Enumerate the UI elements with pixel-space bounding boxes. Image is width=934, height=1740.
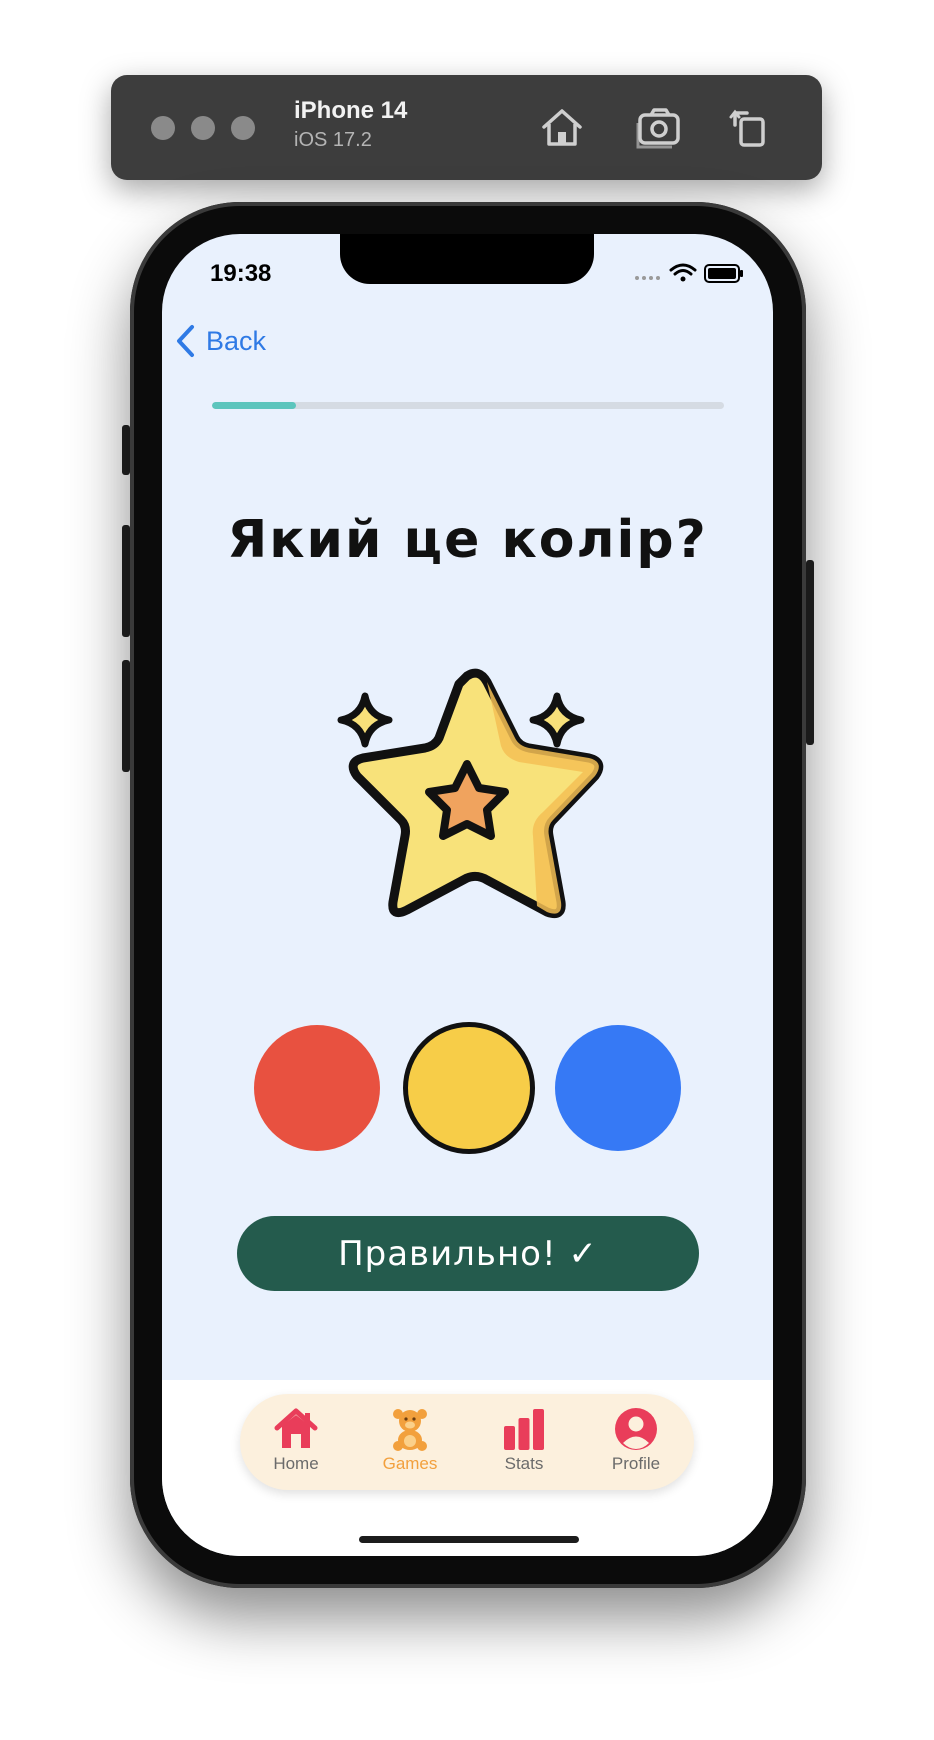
volume-up-button [122, 525, 130, 637]
back-button[interactable]: Back [174, 324, 266, 358]
tab-games[interactable]: Games [360, 1406, 460, 1474]
teddy-bear-icon [393, 1409, 427, 1451]
bottom-area: Home Games Stats Profile [162, 1380, 773, 1556]
volume-down-button [122, 660, 130, 772]
bar-chart-icon [504, 1409, 544, 1450]
question-title: Який це колір? [227, 510, 708, 570]
progress-bar [212, 402, 724, 409]
color-choice-blue[interactable] [555, 1025, 681, 1151]
mute-switch [122, 425, 130, 475]
window-close-dot[interactable] [151, 116, 175, 140]
device-name: iPhone 14 [294, 97, 408, 124]
status-icons [635, 263, 743, 283]
color-choice-yellow[interactable] [403, 1022, 535, 1154]
simulator-toolbar: iPhone 14 iOS 17.2 [111, 75, 822, 180]
battery-icon [704, 264, 743, 283]
tab-games-label: Games [382, 1454, 438, 1473]
rotate-icon[interactable] [727, 103, 775, 151]
os-version: iOS 17.2 [294, 129, 372, 151]
tab-home[interactable]: Home [246, 1406, 346, 1474]
tab-home-label: Home [273, 1454, 319, 1473]
tab-profile-label: Profile [611, 1454, 661, 1473]
color-choices [162, 1022, 773, 1155]
progress-fill [212, 402, 297, 409]
feedback-banner[interactable]: Правильно! ✓ [237, 1216, 699, 1291]
tab-stats-label: Stats [504, 1454, 544, 1473]
notch [340, 234, 594, 284]
tab-stats[interactable]: Stats [474, 1406, 574, 1474]
phone-screen: 19:38 Back Який це колір? Правильно! ✓ H… [162, 234, 773, 1556]
tab-profile[interactable]: Profile [586, 1406, 686, 1474]
wifi-icon [669, 263, 697, 282]
home-indicator [359, 1536, 579, 1543]
house-icon [274, 1408, 318, 1448]
tab-bar: Home Games Stats Profile [240, 1394, 694, 1490]
color-choice-red[interactable] [254, 1025, 380, 1151]
back-label: Back [206, 325, 267, 356]
user-icon [615, 1408, 657, 1450]
screenshot-icon[interactable] [636, 103, 684, 151]
window-minimize-dot[interactable] [191, 116, 215, 140]
star-icon [337, 668, 604, 919]
home-icon[interactable] [538, 103, 586, 151]
cellular-icon [635, 276, 660, 280]
status-time: 19:38 [210, 260, 272, 287]
window-zoom-dot[interactable] [231, 116, 255, 140]
sparkle-left-icon [337, 692, 393, 748]
power-button [806, 560, 814, 745]
sparkle-right-icon [529, 692, 585, 748]
chevron-left-icon [177, 325, 194, 357]
star-illustration [307, 654, 627, 964]
